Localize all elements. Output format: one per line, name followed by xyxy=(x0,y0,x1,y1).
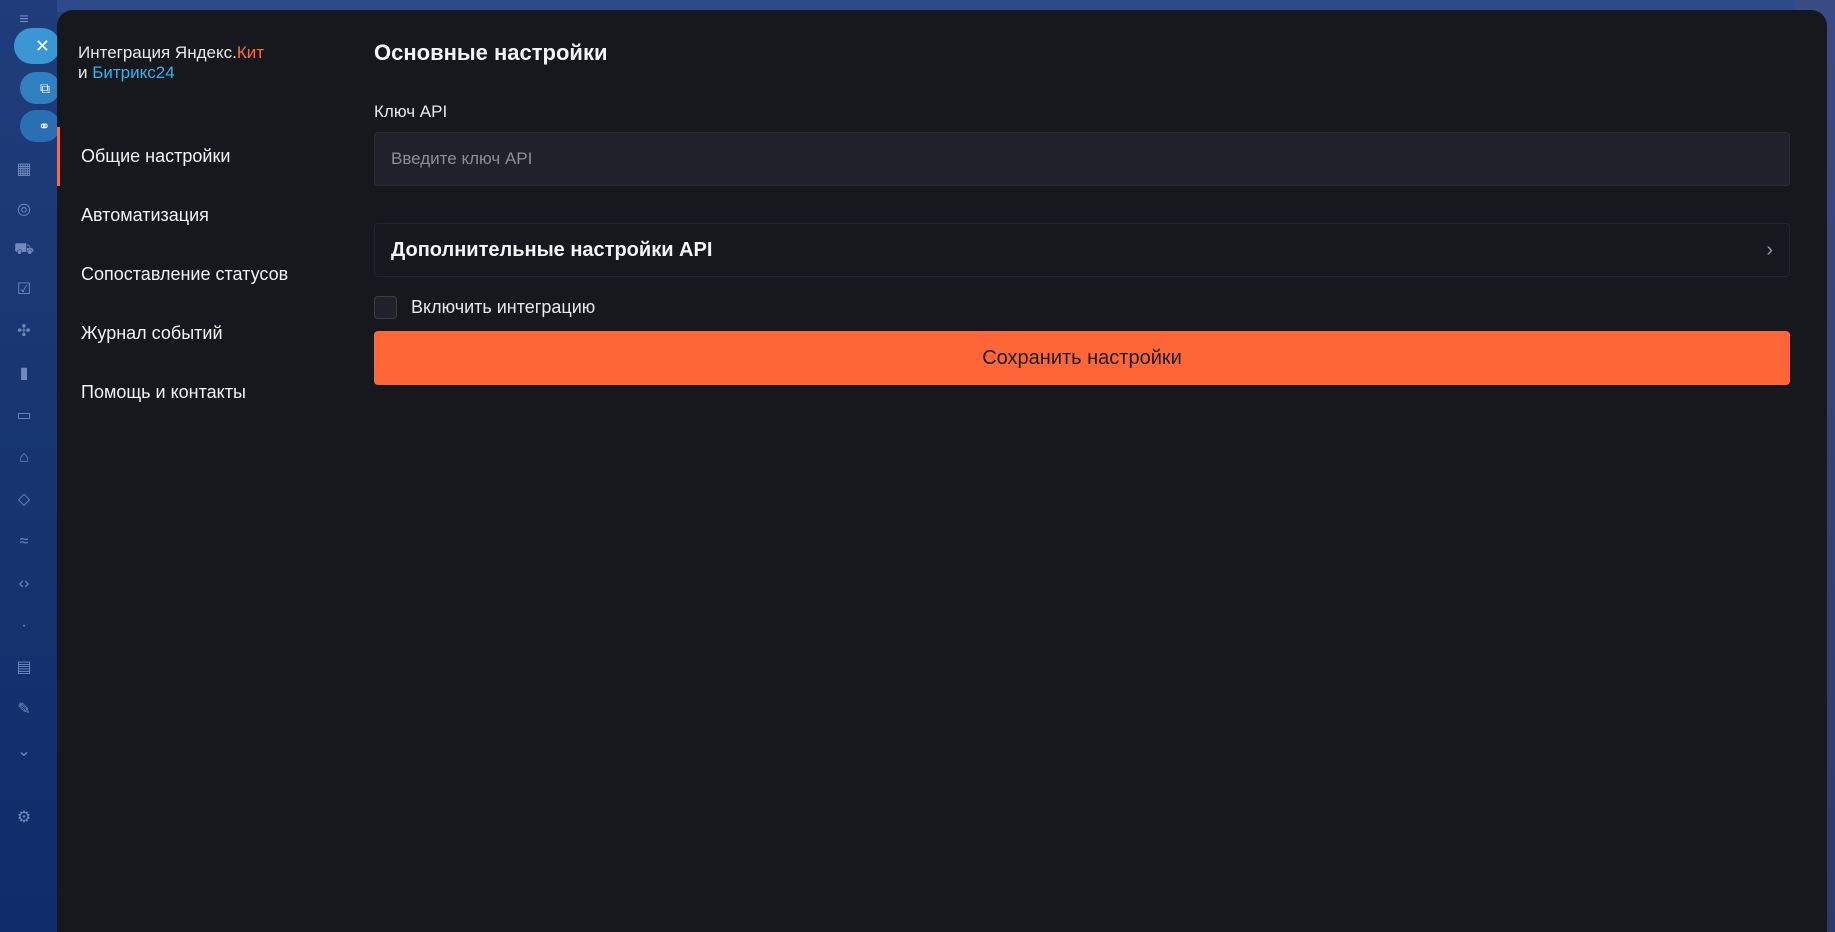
page-title: Основные настройки xyxy=(374,40,608,65)
enable-integration-row: Включить интеграцию xyxy=(374,295,1790,319)
brand-text-2: и xyxy=(78,63,93,82)
sidebar-item-label: Общие настройки xyxy=(81,146,231,166)
target-icon: ◎ xyxy=(17,201,31,218)
sidebar-menu: Общие настройки Автоматизация Сопоставле… xyxy=(57,127,347,422)
menu-icon: ≡ xyxy=(19,11,29,28)
sidebar-item-status-mapping[interactable]: Сопоставление статусов xyxy=(57,245,347,304)
card-icon: ▭ xyxy=(16,407,32,424)
settings-modal: Интеграция Яндекс.Кит и Битрикс24 Общие … xyxy=(57,10,1827,932)
sidebar-item-label: Журнал событий xyxy=(81,323,223,343)
edit-icon: ✎ xyxy=(17,701,31,718)
external-link-icon: ⧉ xyxy=(40,79,50,96)
brand-text-1: Интеграция Яндекс. xyxy=(78,43,237,62)
save-settings-button[interactable]: Сохранить настройки xyxy=(374,331,1790,385)
link-icon: ⚭ xyxy=(38,117,50,134)
close-icon: ✕ xyxy=(34,35,50,56)
enable-integration-label[interactable]: Включить интеграцию xyxy=(411,297,595,318)
checkbox-icon: ☑ xyxy=(16,281,32,298)
api-key-label: Ключ API xyxy=(374,102,448,121)
brand-accent-bitrix: Битрикс24 xyxy=(92,63,175,82)
brand-accent-kit: Кит xyxy=(236,43,265,62)
app-brand: Интеграция Яндекс.Кит и Битрикс24 xyxy=(78,43,318,83)
accordion-title: Дополнительные настройки API xyxy=(391,238,713,261)
chart-icon: ▮ xyxy=(19,365,29,382)
chevron-down-icon: ⌄ xyxy=(17,743,31,760)
sidebar-item-general[interactable]: Общие настройки xyxy=(57,127,347,186)
api-key-input[interactable] xyxy=(374,132,1790,186)
sidebar-item-help[interactable]: Помощь и контакты xyxy=(57,363,347,422)
sidebar-item-label: Помощь и контакты xyxy=(81,382,246,402)
close-button[interactable]: ✕ xyxy=(14,28,60,64)
main-content: Основные настройки Ключ API Дополнительн… xyxy=(374,40,1790,385)
sofa-icon: ⌂ xyxy=(19,449,29,466)
store-icon: ▦ xyxy=(16,161,32,178)
copy-link-button[interactable]: ⚭ xyxy=(20,110,60,142)
dots-icon: · xyxy=(21,617,27,634)
puzzle-icon: ✣ xyxy=(17,323,31,340)
document-icon: ▤ xyxy=(16,659,32,676)
sidebar-item-label: Сопоставление статусов xyxy=(81,264,289,284)
code-icon: ‹› xyxy=(18,575,30,592)
gear-icon: ⚙ xyxy=(16,809,32,826)
chevron-right-icon: › xyxy=(1766,238,1773,261)
sidebar-item-automation[interactable]: Автоматизация xyxy=(57,186,347,245)
sidebar-item-event-log[interactable]: Журнал событий xyxy=(57,304,347,363)
waves-icon: ≈ xyxy=(19,533,29,550)
enable-integration-checkbox[interactable] xyxy=(374,295,397,319)
advanced-api-settings-accordion[interactable]: Дополнительные настройки API › xyxy=(374,223,1790,277)
sidebar-item-label: Автоматизация xyxy=(81,205,209,225)
cart-icon: ⛟ xyxy=(14,241,35,258)
box-icon: ◇ xyxy=(17,491,31,508)
open-external-button[interactable]: ⧉ xyxy=(20,72,60,104)
